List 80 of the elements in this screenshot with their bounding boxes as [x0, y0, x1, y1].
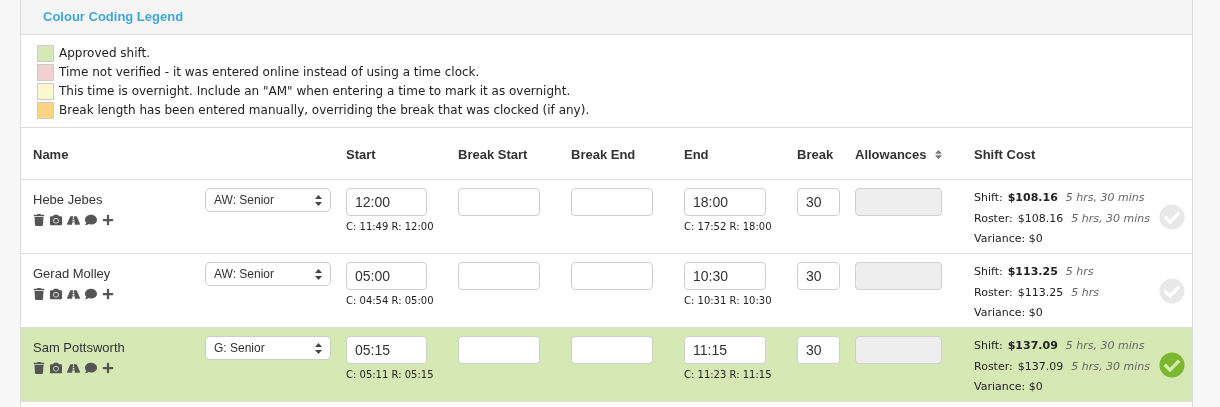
clock-note: C: 11:23 R: 11:15	[684, 368, 773, 382]
roster-hours: 5 hrs, 30 mins	[1071, 210, 1150, 227]
break-end-field[interactable]	[571, 262, 653, 290]
clock-note: C: 10:31 R: 10:30	[684, 294, 773, 308]
clock-note: C: 05:11 R: 05:15	[346, 368, 435, 382]
role-select[interactable]: G: Senior	[205, 336, 331, 360]
trash-icon[interactable]	[33, 362, 45, 374]
legend-label: Time not verified - it was entered online instead of using a time clock.	[59, 64, 480, 81]
trash-icon[interactable]	[33, 288, 45, 300]
shift-cost: $113.25	[1007, 264, 1058, 280]
roster-cost: $113.25	[1017, 284, 1064, 301]
variance: Variance: $0	[974, 305, 1044, 321]
clock-note: C: 11:49 R: 12:00	[346, 220, 435, 234]
break-field[interactable]: 30	[797, 262, 840, 290]
column-header: Start	[346, 145, 376, 164]
camera-icon[interactable]	[50, 214, 62, 226]
cost-label: Roster:	[974, 210, 1013, 227]
column-header: Break	[797, 145, 834, 164]
roster-hours: 5 hrs	[1071, 284, 1099, 301]
legend-label: This time is overnight. Include an "AM" when entering a time to mark it as overnight.	[59, 83, 571, 100]
variance: Variance: $0	[974, 379, 1044, 395]
end-time-field[interactable]: 18:00	[684, 188, 766, 216]
plus-icon[interactable]	[102, 214, 114, 226]
legend-title: Colour Coding Legend	[43, 8, 184, 27]
comment-icon[interactable]	[85, 288, 97, 300]
column-header: Name	[33, 145, 69, 164]
sort-icon[interactable]	[932, 148, 944, 160]
cost-label: Roster:	[974, 358, 1013, 375]
column-header: End	[684, 145, 709, 164]
break-start-field[interactable]	[458, 262, 540, 290]
role-select[interactable]: AW: Senior	[205, 188, 331, 212]
road-icon[interactable]	[67, 213, 80, 227]
break-field[interactable]: 30	[797, 188, 840, 216]
select-arrows-icon	[315, 342, 322, 354]
column-header: Break Start	[458, 145, 528, 164]
road-icon[interactable]	[67, 361, 80, 375]
cost-label: Shift:	[974, 338, 1003, 354]
break-start-field[interactable]	[458, 188, 540, 216]
end-time-field[interactable]: 10:30	[684, 262, 766, 290]
column-header: Break End	[571, 145, 636, 164]
roster-cost: $108.16	[1017, 210, 1064, 227]
employee-name: Sam Pottsworth	[33, 339, 126, 357]
column-header: Shift Cost	[974, 145, 1036, 164]
cost-label: Shift:	[974, 264, 1003, 280]
trash-icon[interactable]	[33, 214, 45, 226]
employee-name: Hebe Jebes	[33, 191, 104, 209]
cost-label: Roster:	[974, 284, 1013, 301]
clock-note: C: 04:54 R: 05:00	[346, 294, 435, 308]
shift-hours: 5 hrs	[1065, 264, 1094, 280]
break-start-field[interactable]	[458, 336, 540, 364]
roster-hours: 5 hrs, 30 mins	[1071, 358, 1150, 375]
start-time-field[interactable]: 12:00	[346, 188, 427, 216]
camera-icon[interactable]	[50, 288, 62, 300]
break-end-field[interactable]	[571, 336, 653, 364]
end-time-field[interactable]: 11:15	[684, 336, 766, 364]
shift-hours: 5 hrs, 30 mins	[1065, 338, 1145, 354]
select-arrows-icon	[315, 194, 322, 206]
shift-hours: 5 hrs, 30 mins	[1065, 190, 1145, 206]
shift-cost: $108.16	[1007, 190, 1058, 206]
start-time-field[interactable]: 05:00	[346, 262, 427, 290]
role-select[interactable]: AW: Senior	[205, 262, 331, 286]
break-field[interactable]: 30	[797, 336, 840, 364]
plus-icon[interactable]	[102, 288, 114, 300]
camera-icon[interactable]	[50, 362, 62, 374]
column-header[interactable]: Allowances	[855, 144, 944, 164]
roster-cost: $137.09	[1017, 358, 1064, 375]
employee-name: Gerad Molley	[33, 265, 112, 283]
comment-icon[interactable]	[85, 214, 97, 226]
comment-icon[interactable]	[85, 362, 97, 374]
select-arrows-icon	[315, 268, 322, 280]
start-time-field[interactable]: 05:15	[346, 336, 427, 364]
legend-label: Break length has been entered manually, overriding the break that was clocked (if any).	[59, 102, 590, 119]
legend-label: Approved shift.	[59, 45, 151, 62]
clock-note: C: 17:52 R: 18:00	[684, 220, 773, 234]
shift-cost: $137.09	[1007, 338, 1058, 354]
cost-label: Shift:	[974, 190, 1003, 206]
variance: Variance: $0	[974, 231, 1044, 247]
break-end-field[interactable]	[571, 188, 653, 216]
plus-icon[interactable]	[102, 362, 114, 374]
road-icon[interactable]	[67, 287, 80, 301]
